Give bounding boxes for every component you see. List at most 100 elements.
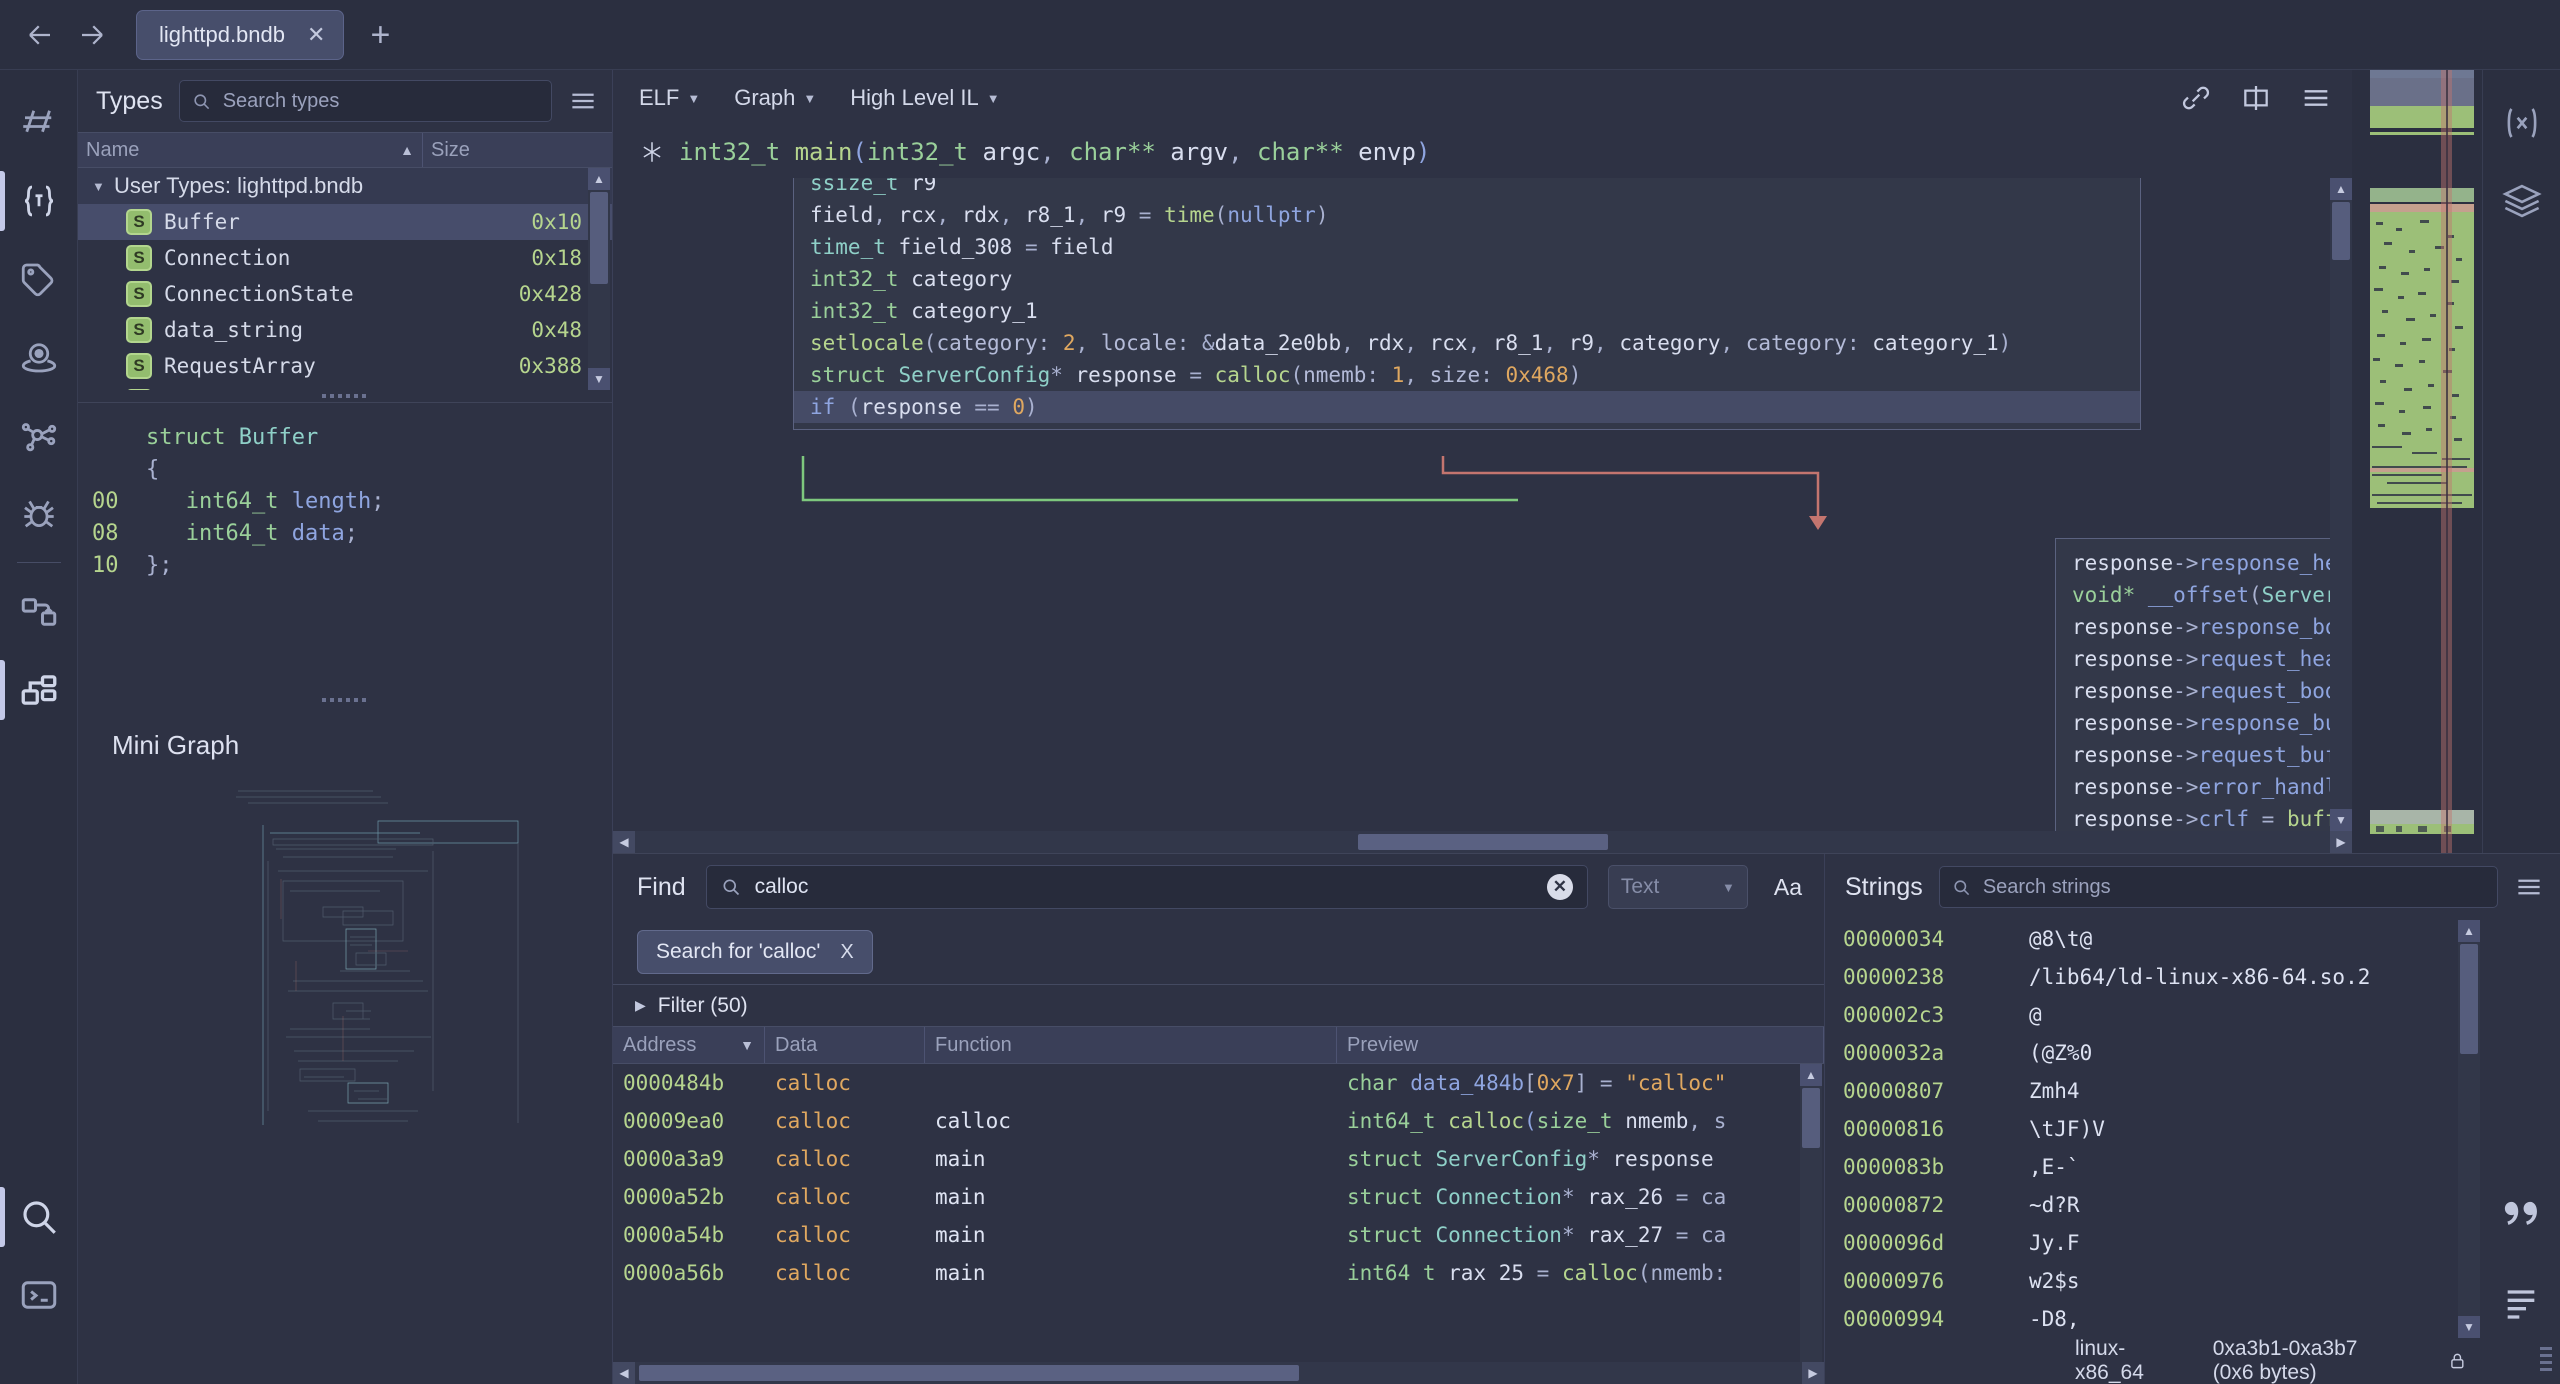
clear-x-icon[interactable]: ✕ xyxy=(1547,874,1573,900)
scrollbar-thumb[interactable] xyxy=(590,192,608,284)
table-row[interactable]: 0000484b calloc char data_484b[0x7] = "c… xyxy=(613,1064,1824,1102)
list-item[interactable]: S ConnectionState 0x428 xyxy=(78,276,612,312)
basic-block-node[interactable]: ssize_t r9 field, rcx, rdx, r8_1, r9 = t… xyxy=(793,178,2141,430)
sidebar-item-mini-graph[interactable] xyxy=(0,651,78,729)
log-lines-icon[interactable] xyxy=(2501,1282,2541,1322)
list-item[interactable]: 0000083b ,E-` xyxy=(1825,1148,2560,1186)
code-line[interactable]: response->response_buffer = buffer_init(… xyxy=(2056,707,2352,739)
scrollbar-thumb[interactable] xyxy=(639,1365,1299,1381)
dropdown-view-type[interactable]: ELF ▼ xyxy=(639,85,700,111)
scroll-left-icon[interactable]: ◀ xyxy=(613,1362,635,1384)
sidebar-item-types[interactable] xyxy=(0,162,78,240)
chevron-down-icon[interactable]: ▼ xyxy=(92,179,114,194)
table-row[interactable]: 00009ea0 calloc calloc int64_t calloc(si… xyxy=(613,1102,1824,1140)
column-header-preview[interactable]: Preview xyxy=(1337,1027,1824,1063)
code-line[interactable]: int32_t category_1 xyxy=(794,295,2140,327)
sidebar-item-tags[interactable] xyxy=(0,240,78,318)
resize-grip-icon[interactable] xyxy=(2540,1347,2552,1375)
hamburger-menu-icon[interactable] xyxy=(2514,872,2544,902)
types-list[interactable]: ▼ User Types: lighttpd.bndb S Buffer 0x1… xyxy=(78,168,612,390)
list-item[interactable]: 0000096d Jy.F xyxy=(1825,1224,2560,1262)
scroll-left-icon[interactable]: ◀ xyxy=(613,831,635,853)
list-item[interactable]: 00000816 \tJF)V xyxy=(1825,1110,2560,1148)
sidebar-item-variables[interactable] xyxy=(2483,84,2560,162)
results-vertical-scrollbar[interactable]: ▲ ▼ xyxy=(1800,1064,1822,1384)
list-item[interactable]: 00000238 /lib64/ld-linux-x86-64.so.2 xyxy=(1825,958,2560,996)
code-line-highlighted[interactable]: if (response == 0) xyxy=(794,391,2140,423)
lock-closed-icon[interactable] xyxy=(2448,1346,2467,1376)
table-row[interactable]: 0000a3a9 calloc main struct ServerConfig… xyxy=(613,1140,1824,1178)
sidebar-item-search[interactable] xyxy=(0,1178,78,1256)
graph-vertical-scrollbar[interactable]: ▲ ▼ xyxy=(2330,178,2352,831)
list-item[interactable]: S Connection 0x18 xyxy=(78,240,612,276)
types-search-box[interactable]: Search types xyxy=(179,80,552,122)
table-row[interactable]: 0000a54b calloc main struct Connection* … xyxy=(613,1216,1824,1254)
scrollbar-thumb[interactable] xyxy=(2332,202,2350,260)
sidebar-item-symbols[interactable] xyxy=(0,84,78,162)
graph-view-canvas[interactable]: ssize_t r9 field, rcx, rdx, r8_1, r9 = t… xyxy=(613,178,2352,853)
match-case-button[interactable]: Aa xyxy=(1768,874,1808,901)
code-line[interactable]: field, rcx, rdx, r8_1, r9 = time(nullptr… xyxy=(794,199,2140,231)
list-item[interactable]: S Buffer 0x10 xyxy=(78,204,612,240)
tab-lighttpd-bndb[interactable]: lighttpd.bndb ✕ xyxy=(136,10,344,60)
code-line[interactable]: response->request_header = buffer_init() xyxy=(2056,643,2352,675)
column-header-size[interactable]: Size xyxy=(423,133,612,167)
types-splitter[interactable] xyxy=(78,390,612,402)
column-header-address[interactable]: Address ▼ xyxy=(613,1027,765,1063)
code-line[interactable]: struct ServerConfig* response = calloc(n… xyxy=(794,359,2140,391)
list-item[interactable]: 0000032a (@Z%0 xyxy=(1825,1034,2560,1072)
code-line[interactable]: response->request_body = buffer_init() xyxy=(2056,675,2352,707)
code-line[interactable]: response->response_header = buffer_init(… xyxy=(2056,547,2352,579)
code-line[interactable]: response->request_buffer = buffer_init() xyxy=(2056,739,2352,771)
hamburger-menu-icon[interactable] xyxy=(2300,82,2332,114)
strings-search-input[interactable]: Search strings xyxy=(1983,876,2111,899)
column-header-name[interactable]: Name ▲ xyxy=(78,133,423,167)
sidebar-item-cross-references[interactable] xyxy=(0,396,78,474)
dropdown-render-mode[interactable]: Graph ▼ xyxy=(734,85,816,111)
find-search-box[interactable]: calloc ✕ xyxy=(706,865,1588,909)
results-horizontal-scrollbar[interactable]: ◀ ▶ xyxy=(613,1362,1824,1384)
link-chain-icon[interactable] xyxy=(2180,82,2212,114)
code-line[interactable]: setlocale(category: 2, locale: &data_2e0… xyxy=(794,327,2140,359)
sidebar-item-console[interactable] xyxy=(0,1256,78,1334)
close-icon[interactable]: X xyxy=(840,941,853,964)
scroll-up-icon[interactable]: ▲ xyxy=(2458,920,2480,942)
strings-search-box[interactable]: Search strings xyxy=(1939,866,2498,908)
sidebar-item-layers[interactable] xyxy=(2483,162,2560,240)
list-item[interactable]: 00000976 w2$s xyxy=(1825,1262,2560,1300)
binary-overview-minimap[interactable] xyxy=(2352,70,2482,853)
find-mode-dropdown[interactable]: Text ▼ xyxy=(1608,865,1748,909)
sidebar-item-stack-view[interactable] xyxy=(0,573,78,651)
code-line[interactable]: time_t field_308 = field xyxy=(794,231,2140,263)
column-header-data[interactable]: Data xyxy=(765,1027,925,1063)
back-button[interactable] xyxy=(14,9,66,61)
column-header-function[interactable]: Function xyxy=(925,1027,1337,1063)
dropdown-il-level[interactable]: High Level IL ▼ xyxy=(850,85,999,111)
strings-list[interactable]: 00000034 @8\t@ 00000238 /lib64/ld-linux-… xyxy=(1825,920,2560,1338)
table-row[interactable]: 0000a56b calloc main int64 t rax 25 = ca… xyxy=(613,1254,1824,1292)
code-line[interactable]: response->error_handler = buffer_init() xyxy=(2056,771,2352,803)
sidebar-item-memory-map[interactable] xyxy=(0,318,78,396)
basic-block-node[interactable]: response->response_header = buffer_init(… xyxy=(2055,538,2352,853)
mini-graph-canvas[interactable] xyxy=(78,761,612,1384)
code-line[interactable]: ssize_t r9 xyxy=(794,178,2140,199)
find-input-value[interactable]: calloc xyxy=(755,875,809,899)
list-item[interactable]: 00000807 Zmh4 xyxy=(1825,1072,2560,1110)
scrollbar-thumb[interactable] xyxy=(2460,944,2478,1054)
forward-button[interactable] xyxy=(66,9,118,61)
strings-vertical-scrollbar[interactable]: ▲ ▼ xyxy=(2458,920,2480,1338)
strings-quote-icon[interactable] xyxy=(2499,1190,2543,1234)
types-list-scrollbar[interactable]: ▲ ▼ xyxy=(588,168,610,390)
sidebar-item-debugger[interactable] xyxy=(0,474,78,552)
list-item[interactable]: S data_string 0x48 xyxy=(78,312,612,348)
list-item[interactable]: S ServerConfig 0x468 xyxy=(78,384,612,390)
scroll-down-icon[interactable]: ▼ xyxy=(588,368,610,390)
graph-horizontal-scrollbar[interactable]: ◀ ▶ xyxy=(613,831,2352,853)
code-line[interactable]: response->response_body = buffer_init() xyxy=(2056,611,2352,643)
chevron-right-icon[interactable]: ▶ xyxy=(635,997,646,1014)
list-item[interactable]: 00000034 @8\t@ xyxy=(1825,920,2560,958)
split-pane-icon[interactable] xyxy=(2240,82,2272,114)
new-tab-button[interactable]: + xyxy=(362,18,398,52)
scroll-up-icon[interactable]: ▲ xyxy=(588,168,610,190)
code-line[interactable]: int32_t category xyxy=(794,263,2140,295)
